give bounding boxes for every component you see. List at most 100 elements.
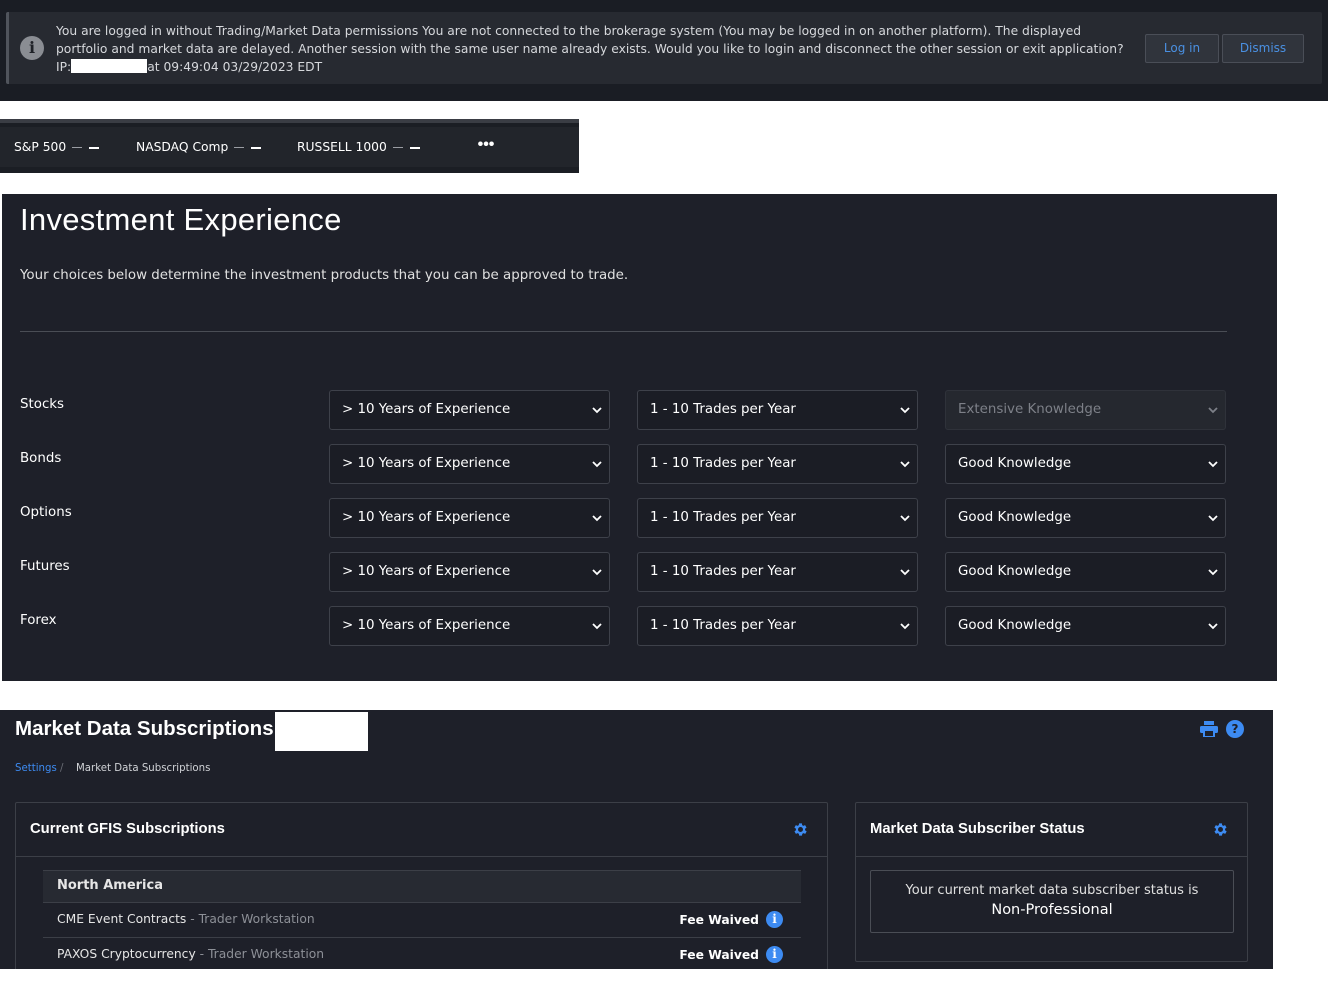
- subscription-name: PAXOS Cryptocurrency - Trader Workstatio…: [57, 947, 324, 961]
- select-value: Good Knowledge: [958, 456, 1072, 471]
- chevron-down-icon: [592, 515, 602, 522]
- select-value: Good Knowledge: [958, 564, 1072, 579]
- ticker-strip: S&P 500 NASDAQ Comp RUSSELL 1000 •••: [0, 127, 579, 167]
- forex-knowledge-select[interactable]: Good Knowledge: [945, 606, 1226, 646]
- ticker-item-russell[interactable]: RUSSELL 1000: [297, 127, 420, 167]
- bonds-years-select[interactable]: > 10 Years of Experience: [329, 444, 610, 484]
- banner-message-time: at 09:49:04 03/29/2023 EDT: [147, 60, 323, 74]
- panel-header-divider: [856, 856, 1247, 857]
- banner-message: You are logged in without Trading/Market…: [56, 22, 1136, 76]
- ticker-label: NASDAQ Comp: [136, 140, 229, 154]
- ticker-change-placeholder: [72, 147, 83, 148]
- ticker-item-nasdaq[interactable]: NASDAQ Comp: [136, 127, 262, 167]
- futures-knowledge-select[interactable]: Good Knowledge: [945, 552, 1226, 592]
- chevron-down-icon: [1208, 407, 1218, 414]
- redacted-account-id: [275, 712, 368, 751]
- subscription-title: CME Event Contracts: [57, 912, 187, 926]
- panel-title: Market Data Subscriber Status: [870, 821, 1085, 837]
- futures-trades-select[interactable]: 1 - 10 Trades per Year: [637, 552, 918, 592]
- section-title: Market Data Subscriptions: [15, 717, 274, 740]
- options-knowledge-select[interactable]: Good Knowledge: [945, 498, 1226, 538]
- ticker-value-placeholder: [251, 146, 262, 149]
- select-value: 1 - 10 Trades per Year: [650, 618, 796, 633]
- session-warning-banner: i You are logged in without Trading/Mark…: [0, 0, 1328, 101]
- row-label-futures: Futures: [20, 559, 70, 574]
- breadcrumb-current: Market Data Subscriptions: [76, 763, 211, 774]
- chevron-down-icon: [1208, 569, 1218, 576]
- fee-status: Fee Waived: [679, 948, 759, 962]
- select-value: 1 - 10 Trades per Year: [650, 456, 796, 471]
- breadcrumb-settings-link[interactable]: Settings: [15, 763, 57, 774]
- page-title: Investment Experience: [20, 202, 342, 237]
- chevron-down-icon: [592, 623, 602, 630]
- bonds-trades-select[interactable]: 1 - 10 Trades per Year: [637, 444, 918, 484]
- subscription-platform: - Trader Workstation: [186, 912, 315, 926]
- breadcrumb-separator: /: [60, 763, 64, 774]
- stocks-years-select[interactable]: > 10 Years of Experience: [329, 390, 610, 430]
- fee-status: Fee Waived: [679, 913, 759, 927]
- gear-icon[interactable]: [1212, 821, 1229, 838]
- chevron-down-icon: [592, 461, 602, 468]
- chevron-down-icon: [592, 569, 602, 576]
- section-description: Your choices below determine the investm…: [20, 268, 629, 283]
- panel-title: Current GFIS Subscriptions: [30, 821, 225, 837]
- stocks-knowledge-select: Extensive Knowledge: [945, 390, 1226, 430]
- ticker-label: RUSSELL 1000: [297, 140, 387, 154]
- forex-trades-select[interactable]: 1 - 10 Trades per Year: [637, 606, 918, 646]
- ticker-value-placeholder: [89, 146, 100, 149]
- options-trades-select[interactable]: 1 - 10 Trades per Year: [637, 498, 918, 538]
- bonds-knowledge-select[interactable]: Good Knowledge: [945, 444, 1226, 484]
- select-value: > 10 Years of Experience: [342, 456, 511, 471]
- print-icon[interactable]: [1200, 721, 1218, 737]
- ticker-label: S&P 500: [14, 140, 67, 154]
- subscriber-status-panel: Market Data Subscriber Status Your curre…: [855, 802, 1248, 962]
- select-value: Good Knowledge: [958, 618, 1072, 633]
- forex-years-select[interactable]: > 10 Years of Experience: [329, 606, 610, 646]
- options-years-select[interactable]: > 10 Years of Experience: [329, 498, 610, 538]
- ticker-change-placeholder: [392, 147, 403, 148]
- select-value: > 10 Years of Experience: [342, 510, 511, 525]
- row-label-stocks: Stocks: [20, 397, 65, 412]
- chevron-down-icon: [1208, 623, 1218, 630]
- chevron-down-icon: [900, 461, 910, 468]
- index-ticker-bar: S&P 500 NASDAQ Comp RUSSELL 1000 •••: [0, 119, 579, 173]
- select-value: Good Knowledge: [958, 510, 1072, 525]
- ticker-item-sp500[interactable]: S&P 500: [14, 127, 100, 167]
- login-button[interactable]: Log in: [1145, 34, 1219, 63]
- info-icon: i: [20, 36, 44, 60]
- redacted-ip: [71, 59, 148, 73]
- row-label-options: Options: [20, 505, 72, 520]
- stocks-trades-select[interactable]: 1 - 10 Trades per Year: [637, 390, 918, 430]
- subscription-title: PAXOS Cryptocurrency: [57, 947, 196, 961]
- ticker-value-placeholder: [409, 146, 420, 149]
- chevron-down-icon: [1208, 461, 1218, 468]
- help-icon[interactable]: ?: [1226, 720, 1244, 738]
- subscription-platform: - Trader Workstation: [195, 947, 325, 961]
- info-icon[interactable]: i: [766, 946, 783, 963]
- select-value: 1 - 10 Trades per Year: [650, 510, 796, 525]
- banner-body: i You are logged in without Trading/Mark…: [6, 12, 1322, 84]
- investment-experience-section: Investment Experience Your choices below…: [2, 194, 1277, 681]
- chevron-down-icon: [900, 407, 910, 414]
- chevron-down-icon: [592, 407, 602, 414]
- subscriber-status-box: Your current market data subscriber stat…: [870, 870, 1234, 933]
- subscription-row: CME Event Contracts - Trader Workstation…: [43, 903, 801, 938]
- gear-icon[interactable]: [792, 821, 809, 838]
- row-label-forex: Forex: [20, 613, 57, 628]
- divider: [20, 331, 1227, 332]
- select-value: > 10 Years of Experience: [342, 402, 511, 417]
- more-icon[interactable]: •••: [474, 127, 498, 167]
- dismiss-button[interactable]: Dismiss: [1222, 34, 1304, 63]
- ticker-change-placeholder: [234, 147, 245, 148]
- info-icon[interactable]: i: [766, 911, 783, 928]
- select-value: Extensive Knowledge: [958, 402, 1102, 417]
- panel-header-divider: [16, 856, 827, 857]
- row-label-bonds: Bonds: [20, 451, 62, 466]
- subscription-row: PAXOS Cryptocurrency - Trader Workstatio…: [43, 938, 801, 969]
- chevron-down-icon: [900, 569, 910, 576]
- select-value: > 10 Years of Experience: [342, 564, 511, 579]
- status-value: Non-Professional: [991, 902, 1113, 918]
- select-value: > 10 Years of Experience: [342, 618, 511, 633]
- futures-years-select[interactable]: > 10 Years of Experience: [329, 552, 610, 592]
- chevron-down-icon: [900, 515, 910, 522]
